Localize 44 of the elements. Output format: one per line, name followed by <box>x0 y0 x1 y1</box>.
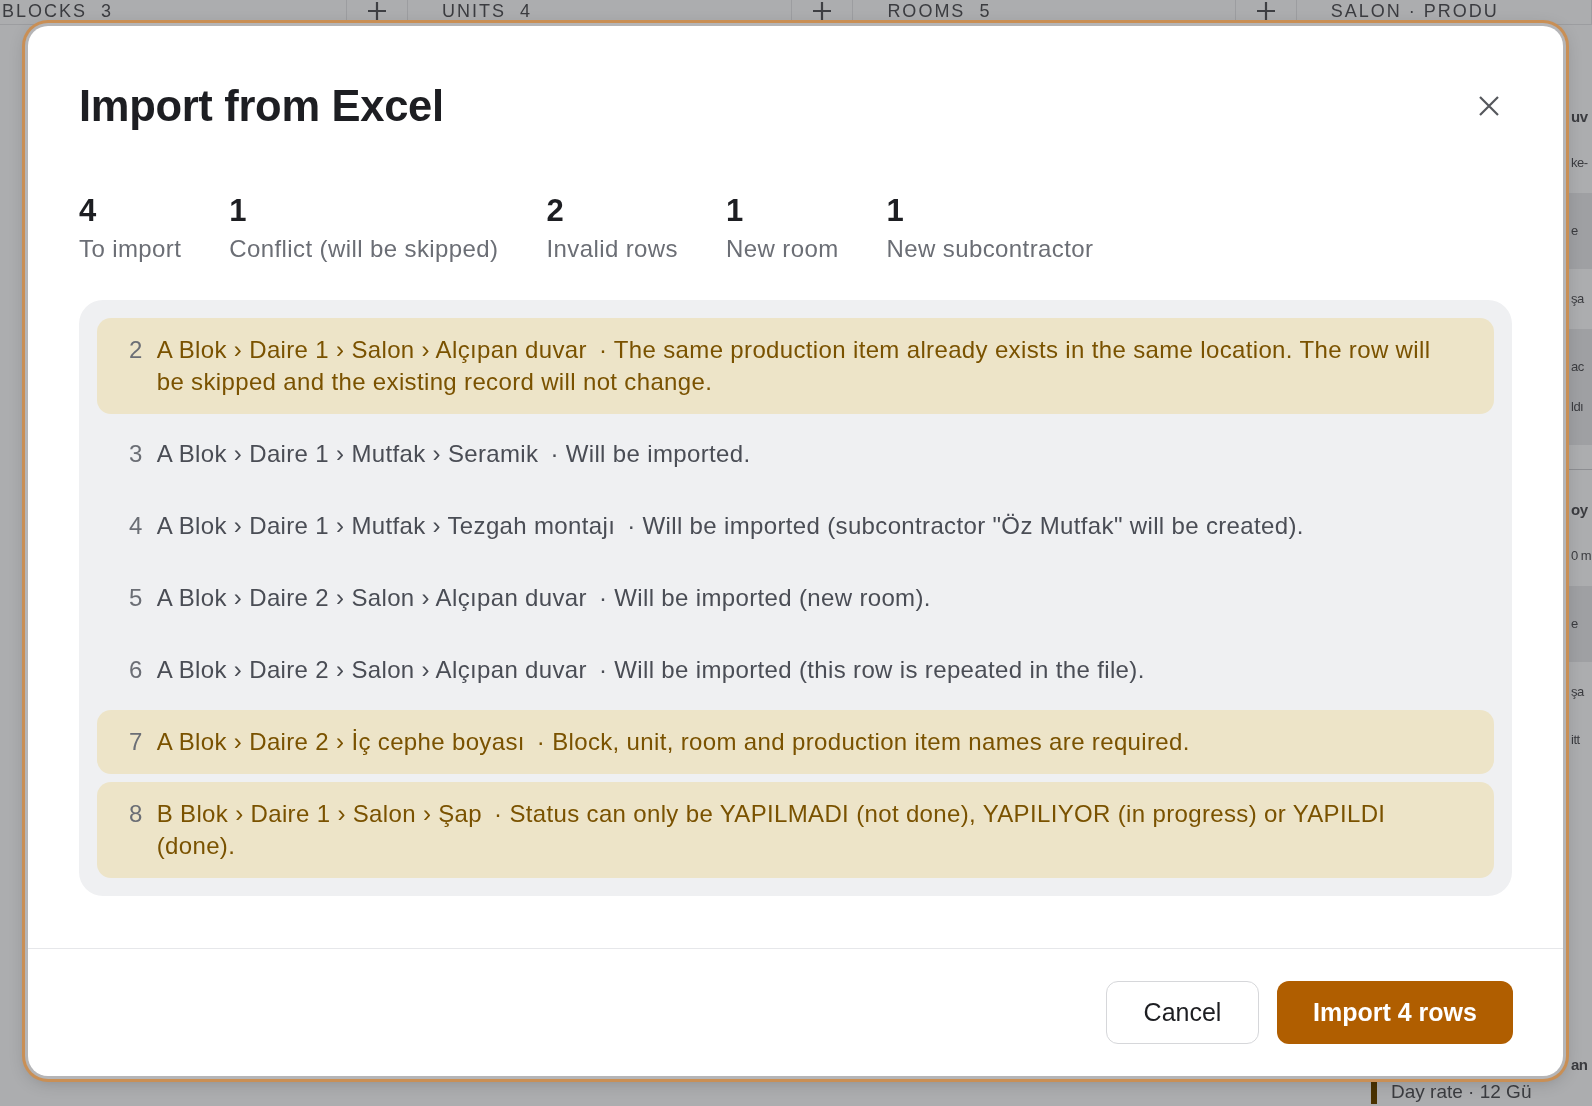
item-text: e <box>1571 615 1579 633</box>
item-text: şa <box>1571 290 1585 308</box>
row-number: 2 <box>129 335 143 365</box>
column-header: SALON · PRODU <box>1329 0 1500 22</box>
row-text: A Blok › Daire 1 › Mutfak › Tezgah montajı · Will be imported (subcontractor "Öz Mutfak" will be created). <box>156 511 1305 541</box>
column-header: UNITS 4 <box>441 0 534 22</box>
row-text: A Blok › Daire 1 › Mutfak › Seramik · Will be imported. <box>156 439 752 469</box>
item-text: ke- <box>1571 154 1589 172</box>
card-caption: Day rate · 12 Gü <box>1391 1080 1533 1104</box>
row-text: B Blok › Daire 1 › Salon › Şap · Status can only be YAPILMADI (not done), YAPILIYOR (in progress) or YAPILDI (done). <box>156 799 1387 861</box>
stat-label: Conflict (will be skipped) <box>229 234 499 264</box>
card-title: oy <box>1571 500 1589 520</box>
card-title: uv <box>1571 107 1589 127</box>
stat-value: 1 <box>886 194 905 228</box>
stat-value: 2 <box>546 194 565 228</box>
column-header: ROOMS 5 <box>886 0 993 22</box>
cancel-button[interactable]: Cancel <box>1106 981 1259 1044</box>
stat-label: Invalid rows <box>546 234 678 264</box>
row-number: 5 <box>129 583 143 613</box>
card-title: an <box>1571 1055 1588 1075</box>
stat-value: 1 <box>726 194 745 228</box>
item-text: 0 m <box>1571 547 1592 565</box>
stat-label: New subcontractor <box>886 234 1094 264</box>
item-text: itt <box>1571 731 1581 749</box>
row-number: 6 <box>129 655 143 685</box>
row-number: 4 <box>129 511 143 541</box>
column-header: BLOCKS 3 <box>1 0 115 22</box>
import-button[interactable]: Import 4 rows <box>1277 981 1513 1044</box>
dialog-title: Import from Excel <box>79 81 444 132</box>
row-number: 3 <box>129 439 143 469</box>
item-text: şa <box>1571 683 1585 701</box>
stat-label: To import <box>79 234 182 264</box>
row-text: A Blok › Daire 2 › Salon › Alçıpan duvar · Will be imported (this row is repeated in the file). <box>156 655 1146 685</box>
row-number: 7 <box>129 727 143 757</box>
row-number: 8 <box>129 799 143 829</box>
stat-value: 4 <box>79 194 98 228</box>
stat-label: New room <box>726 234 839 264</box>
row-text: A Blok › Daire 2 › Salon › Alçıpan duvar · Will be imported (new room). <box>156 583 932 613</box>
row-text: A Blok › Daire 1 › Salon › Alçıpan duvar · The same production item already exists in the same location. The row will be skipped and the existing record will not change. <box>156 335 1432 397</box>
item-text: ac <box>1571 358 1585 376</box>
stat-value: 1 <box>229 194 248 228</box>
row-text: A Blok › Daire 2 › İç cephe boyası · Block, unit, room and production item names are required. <box>156 727 1191 757</box>
item-text: e <box>1571 222 1579 240</box>
item-text: ldı <box>1571 398 1585 416</box>
